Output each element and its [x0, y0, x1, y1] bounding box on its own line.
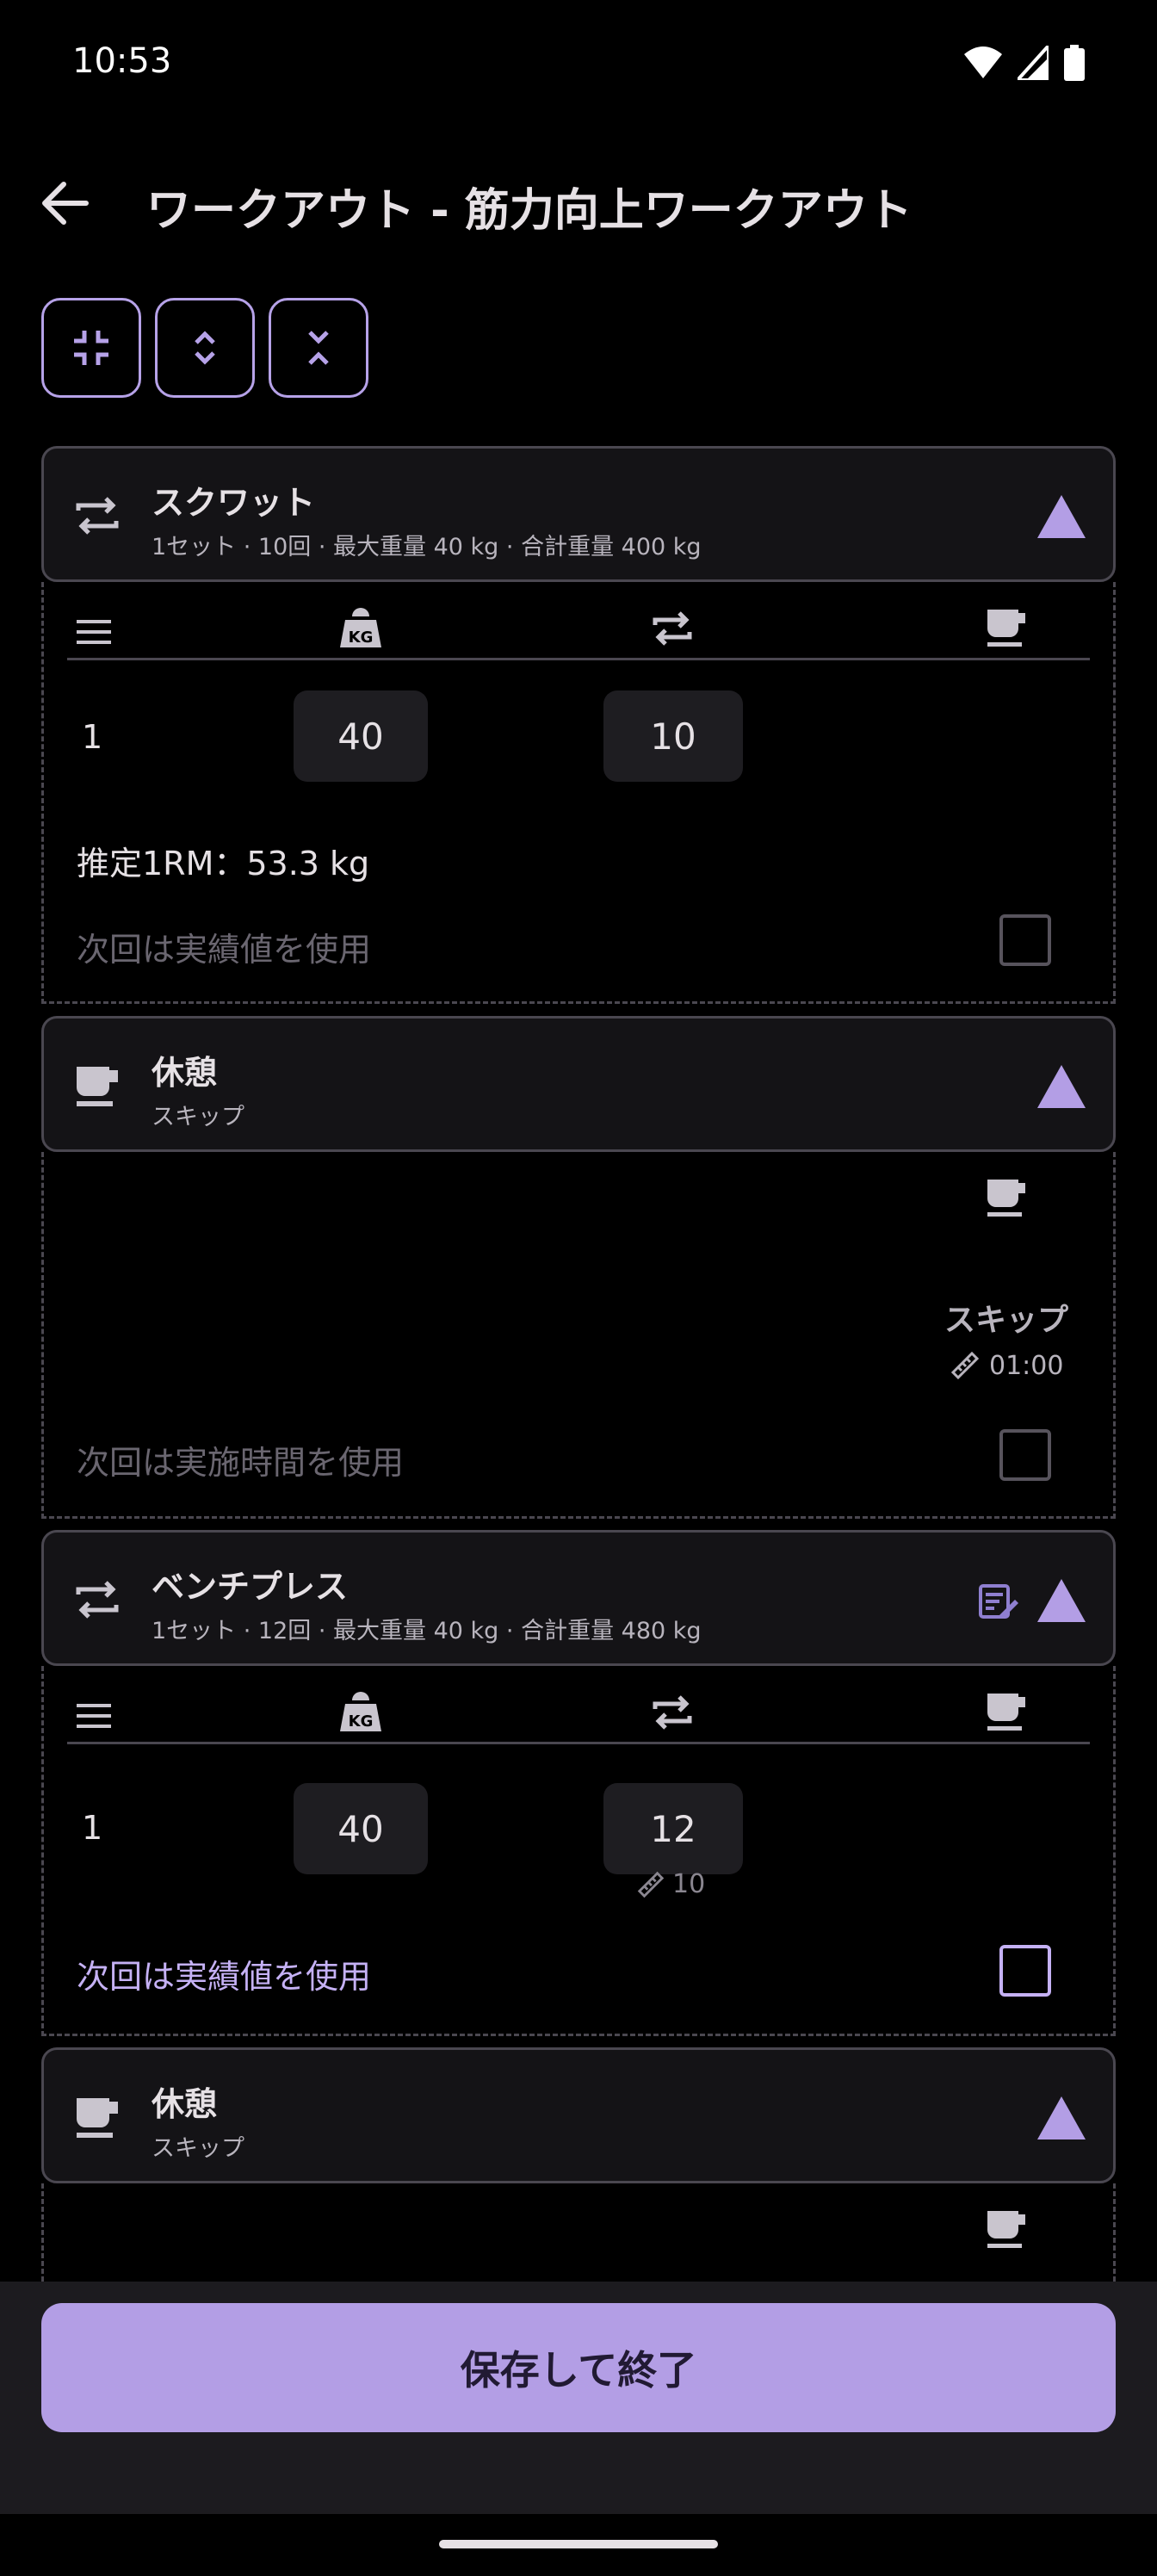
rest-duration: 01:00	[950, 1350, 1063, 1381]
rest-body-2	[41, 2183, 1116, 2282]
unfold-more-icon	[195, 331, 215, 365]
rest-name: 休憩	[152, 1054, 218, 1092]
rest-duration-value: 01:00	[989, 1350, 1064, 1381]
use-actual-label: 次回は実績値を使用	[77, 931, 372, 969]
page-title: ワークアウト - 筋力向上ワークアウト	[146, 185, 913, 237]
use-actual-checkbox[interactable]	[999, 914, 1051, 966]
exercise-name: スクワット	[152, 484, 316, 522]
rest-card-2[interactable]: 休憩 スキップ	[41, 2047, 1116, 2183]
repeat-icon	[653, 1695, 692, 1730]
use-actual-checkbox[interactable]	[999, 1945, 1051, 1997]
repeat-icon	[76, 497, 119, 535]
exercise-body-squat: KG 1 40 10 推定1RM：53.3 kg 次回は実績値を使用	[41, 582, 1116, 1004]
ruler-icon	[950, 1351, 980, 1380]
exercise-body-bench-press: KG 1 40 12 10 次回は実績値を使用	[41, 1666, 1116, 2036]
unfold-less-icon	[308, 331, 329, 365]
target-reps-value: 10	[672, 1869, 706, 1899]
rest-summary: スキップ	[152, 1104, 244, 1130]
coffee-cup-icon	[77, 1067, 118, 1106]
collapse-triangle-icon[interactable]	[1036, 493, 1087, 540]
target-reps: 10	[636, 1869, 705, 1899]
rest-status: スキップ	[944, 1303, 1069, 1338]
rest-name: 休憩	[152, 2085, 218, 2123]
reps-field[interactable]: 12	[603, 1783, 743, 1874]
exercise-card-squat[interactable]: スクワット 1セット · 10回 · 最大重量 40 kg · 合計重量 400…	[41, 446, 1116, 582]
exercise-summary: 1セット · 10回 · 最大重量 40 kg · 合計重量 400 kg	[152, 534, 702, 560]
drag-handle-icon	[77, 1704, 111, 1728]
arrow-back-icon	[42, 182, 89, 225]
collapse-all-icon	[74, 331, 108, 365]
coffee-cup-icon	[77, 2098, 118, 2138]
save-and-finish-button[interactable]: 保存して終了	[41, 2303, 1116, 2432]
weight-kg-icon: KG	[340, 608, 381, 647]
collapse-all-button[interactable]	[41, 298, 141, 398]
rest-summary: スキップ	[152, 2135, 244, 2162]
svg-text:KG: KG	[349, 629, 374, 647]
collapse-triangle-icon[interactable]	[1036, 1577, 1087, 1624]
use-time-label: 次回は実施時間を使用	[77, 1444, 405, 1482]
status-icons	[964, 45, 1085, 81]
svg-text:KG: KG	[349, 1712, 374, 1731]
coffee-cup-icon	[987, 1694, 1025, 1731]
exercise-card-bench-press[interactable]: ベンチプレス 1セット · 12回 · 最大重量 40 kg · 合計重量 48…	[41, 1530, 1116, 1666]
set-number: 1	[82, 718, 103, 756]
weight-kg-icon: KG	[340, 1692, 381, 1731]
estimated-1rm: 推定1RM：53.3 kg	[77, 845, 370, 882]
rest-card-1[interactable]: 休憩 スキップ	[41, 1016, 1116, 1152]
repeat-icon	[653, 611, 692, 646]
back-button[interactable]	[34, 172, 96, 234]
use-time-checkbox[interactable]	[999, 1429, 1051, 1481]
expand-all-button[interactable]	[155, 298, 255, 398]
ruler-icon	[637, 1871, 665, 1898]
coffee-cup-icon	[987, 1180, 1025, 1217]
coffee-cup-icon	[987, 2211, 1025, 2248]
signal-icon	[1018, 46, 1049, 80]
coffee-cup-icon	[987, 610, 1025, 647]
collapse-button[interactable]	[269, 298, 368, 398]
drag-handle-icon	[77, 620, 111, 644]
status-bar: 10:53	[0, 0, 1157, 129]
gesture-handle[interactable]	[439, 2540, 718, 2548]
rest-body-1: スキップ 01:00 次回は実施時間を使用	[41, 1152, 1116, 1519]
set-number: 1	[82, 1809, 103, 1847]
wifi-icon	[964, 46, 1002, 78]
weight-field[interactable]: 40	[294, 1783, 428, 1874]
collapse-triangle-icon[interactable]	[1036, 2095, 1087, 2141]
battery-icon	[1064, 45, 1085, 81]
repeat-icon	[76, 1581, 119, 1619]
weight-field[interactable]: 40	[294, 690, 428, 782]
use-actual-label: 次回は実績値を使用	[77, 1958, 372, 1996]
edit-note-icon[interactable]	[977, 1581, 1018, 1622]
exercise-name: ベンチプレス	[152, 1568, 349, 1606]
status-time: 10:53	[72, 41, 172, 81]
reps-field[interactable]: 10	[603, 690, 743, 782]
exercise-summary: 1セット · 12回 · 最大重量 40 kg · 合計重量 480 kg	[152, 1618, 702, 1644]
collapse-triangle-icon[interactable]	[1036, 1063, 1087, 1110]
